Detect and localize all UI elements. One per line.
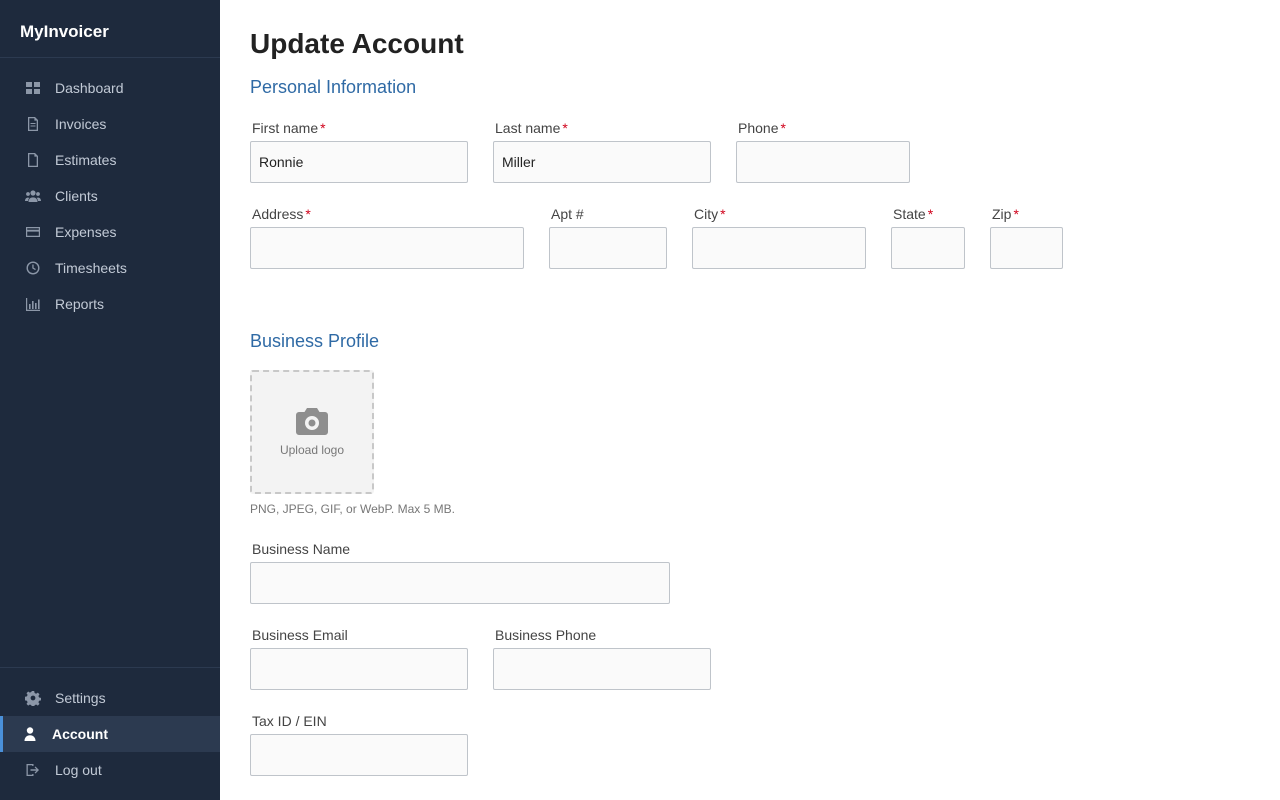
business-profile-heading: Business Profile	[250, 331, 380, 351]
bottom-nav: Settings Account Log out	[0, 667, 220, 788]
required-marker: *	[320, 120, 326, 136]
business-email-label: Business Email	[252, 627, 348, 643]
sidebar-item-label: Account	[52, 726, 108, 742]
apt-input[interactable]	[549, 227, 667, 269]
gear-icon	[23, 690, 43, 706]
business-email-input[interactable]	[250, 648, 468, 690]
last-name-field-group: Last name *	[493, 120, 711, 183]
clock-icon	[23, 260, 43, 276]
first-name-input[interactable]	[250, 141, 468, 183]
required-marker: *	[305, 206, 311, 222]
tax-id-label: Tax ID / EIN	[252, 713, 327, 729]
sidebar-item-timesheets[interactable]: Timesheets	[0, 250, 220, 286]
state-input[interactable]	[891, 227, 965, 269]
camera-icon	[296, 408, 328, 435]
city-field-group: City *	[692, 206, 866, 269]
sidebar-item-label: Clients	[55, 188, 98, 204]
app-brand: MyInvoicer	[0, 0, 220, 58]
phone-input[interactable]	[736, 141, 910, 183]
business-email-field-group: Business Email	[250, 627, 468, 690]
sidebar-item-reports[interactable]: Reports	[0, 286, 220, 322]
dashboard-icon	[23, 80, 43, 96]
sidebar-item-logout[interactable]: Log out	[0, 752, 220, 788]
sidebar-item-label: Reports	[55, 296, 105, 312]
business-name-input[interactable]	[250, 562, 670, 604]
zip-label: Zip *	[992, 206, 1019, 222]
state-field-group: State *	[891, 206, 965, 269]
required-marker: *	[720, 206, 726, 222]
required-marker: *	[562, 120, 568, 136]
first-name-label: First name *	[252, 120, 326, 136]
sidebar-item-label: Dashboard	[55, 80, 124, 96]
business-phone-input[interactable]	[493, 648, 711, 690]
sidebar-item-label: Settings	[55, 690, 106, 706]
phone-field-group: Phone *	[736, 120, 910, 183]
tax-id-field-group: Tax ID / EIN	[250, 713, 468, 776]
business-name-field-group: Business Name	[250, 541, 670, 604]
sidebar-item-label: Timesheets	[55, 260, 127, 276]
last-name-label: Last name *	[495, 120, 568, 136]
estimate-icon	[23, 152, 43, 168]
main-nav: Dashboard Invoices Estimates Clients Exp…	[0, 58, 220, 322]
business-phone-label: Business Phone	[495, 627, 597, 643]
bar-chart-icon	[23, 296, 43, 312]
upload-hint: PNG, JPEG, GIF, or WebP. Max 5 MB.	[250, 502, 455, 516]
sidebar-item-label: Expenses	[55, 224, 117, 240]
sidebar-item-clients[interactable]: Clients	[0, 178, 220, 214]
user-icon	[20, 726, 40, 742]
required-marker: *	[780, 120, 786, 136]
zip-field-group: Zip *	[990, 206, 1063, 269]
last-name-input[interactable]	[493, 141, 711, 183]
city-label: City *	[694, 206, 726, 222]
sidebar-item-label: Invoices	[55, 116, 107, 132]
sidebar-item-label: Log out	[55, 762, 102, 778]
sidebar-item-expenses[interactable]: Expenses	[0, 214, 220, 250]
business-name-label: Business Name	[252, 541, 351, 557]
zip-input[interactable]	[990, 227, 1063, 269]
sidebar-item-estimates[interactable]: Estimates	[0, 142, 220, 178]
address-label: Address *	[252, 206, 311, 222]
city-input[interactable]	[692, 227, 866, 269]
first-name-field-group: First name *	[250, 120, 468, 183]
tax-id-input[interactable]	[250, 734, 468, 776]
invoice-icon	[23, 116, 43, 132]
apt-field-group: Apt #	[549, 206, 667, 269]
main-content: Update Account Personal Information Firs…	[250, 0, 1260, 800]
state-label: State *	[893, 206, 934, 222]
sidebar: MyInvoicer Dashboard Invoices Estimates …	[0, 0, 220, 800]
sidebar-item-label: Estimates	[55, 152, 117, 168]
business-phone-field-group: Business Phone	[493, 627, 711, 690]
logout-icon	[23, 762, 43, 778]
apt-label: Apt #	[551, 206, 584, 222]
sidebar-item-account[interactable]: Account	[0, 716, 220, 752]
sidebar-item-invoices[interactable]: Invoices	[0, 106, 220, 142]
clients-icon	[23, 188, 43, 204]
address-field-group: Address *	[250, 206, 524, 269]
upload-logo-label: Upload logo	[279, 443, 345, 457]
page-title: Update Account	[250, 28, 464, 59]
address-input[interactable]	[250, 227, 524, 269]
phone-label: Phone *	[738, 120, 786, 136]
sidebar-item-dashboard[interactable]: Dashboard	[0, 70, 220, 106]
credit-card-icon	[23, 224, 43, 240]
upload-logo-button[interactable]: Upload logo	[250, 370, 374, 494]
personal-info-heading: Personal Information	[250, 77, 417, 97]
required-marker: *	[1013, 206, 1019, 222]
sidebar-item-settings[interactable]: Settings	[0, 680, 220, 716]
required-marker: *	[927, 206, 934, 222]
